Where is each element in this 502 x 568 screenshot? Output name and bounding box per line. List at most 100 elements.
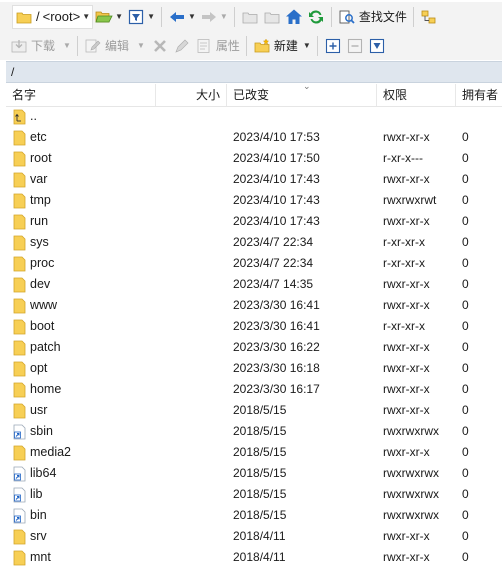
filter-icon bbox=[127, 8, 145, 26]
file-row[interactable]: var 2023/4/10 17:43 rwxr-xr-x 0 bbox=[6, 169, 502, 190]
file-owner: 0 bbox=[462, 319, 469, 333]
folder-icon bbox=[12, 297, 26, 315]
file-row[interactable]: etc 2023/4/10 17:53 rwxr-xr-x 0 bbox=[6, 127, 502, 148]
edit-label: 编辑 bbox=[104, 39, 129, 53]
delete-button[interactable] bbox=[149, 35, 171, 57]
file-rights: rwxr-xr-x bbox=[383, 361, 430, 375]
folder-icon bbox=[12, 129, 26, 147]
chevron-down-icon[interactable]: ▼ bbox=[115, 12, 123, 21]
file-name-cell: www bbox=[12, 295, 57, 316]
file-row[interactable]: patch 2023/3/30 16:22 rwxr-xr-x 0 bbox=[6, 337, 502, 358]
download-label: 下载 bbox=[31, 39, 56, 53]
properties-button[interactable]: 属性 bbox=[193, 35, 242, 57]
file-modified: 2023/3/30 16:18 bbox=[233, 361, 320, 375]
column-header-modified[interactable]: 已改变 bbox=[227, 84, 377, 106]
new-folder-icon bbox=[253, 37, 271, 55]
file-name-cell: root bbox=[12, 148, 52, 169]
file-name-cell: .. bbox=[12, 106, 37, 127]
tree-toggle-button[interactable] bbox=[418, 6, 440, 28]
toolbar-divider bbox=[160, 6, 162, 27]
column-header-rights[interactable]: 权限 bbox=[377, 84, 456, 106]
back-button[interactable]: ▼ bbox=[166, 6, 198, 28]
properties-icon bbox=[195, 37, 213, 55]
file-name: boot bbox=[30, 319, 55, 333]
select-files-button[interactable] bbox=[322, 35, 344, 57]
file-modified: 2023/3/30 16:41 bbox=[233, 298, 320, 312]
file-name: media2 bbox=[30, 445, 71, 459]
file-row[interactable]: home 2023/3/30 16:17 rwxr-xr-x 0 bbox=[6, 379, 502, 400]
file-owner: 0 bbox=[462, 214, 469, 228]
file-row[interactable]: sys 2023/4/7 22:34 r-xr-xr-x 0 bbox=[6, 232, 502, 253]
file-row[interactable]: media2 2018/5/15 rwxr-xr-x 0 bbox=[6, 442, 502, 463]
file-owner: 0 bbox=[462, 403, 469, 417]
column-header-name[interactable]: 名字 bbox=[6, 84, 156, 106]
file-owner: 0 bbox=[462, 256, 469, 270]
file-row[interactable]: root 2023/4/10 17:50 r-xr-x--- 0 bbox=[6, 148, 502, 169]
file-name-cell: etc bbox=[12, 127, 47, 148]
find-files-button[interactable]: 查找文件 bbox=[336, 6, 409, 28]
file-owner: 0 bbox=[462, 277, 469, 291]
file-name: etc bbox=[30, 130, 47, 144]
file-row[interactable]: run 2023/4/10 17:43 rwxr-xr-x 0 bbox=[6, 211, 502, 232]
file-owner: 0 bbox=[462, 487, 469, 501]
chevron-down-icon[interactable]: ▼ bbox=[137, 41, 145, 50]
file-name-cell: bin bbox=[12, 505, 47, 526]
chevron-down-icon[interactable]: ▼ bbox=[63, 41, 71, 50]
file-row[interactable]: www 2023/3/30 16:41 rwxr-xr-x 0 bbox=[6, 295, 502, 316]
chevron-down-icon[interactable]: ▼ bbox=[188, 12, 196, 21]
home-directory-button[interactable] bbox=[283, 6, 305, 28]
file-row[interactable]: srv 2018/4/11 rwxr-xr-x 0 bbox=[6, 526, 502, 547]
file-owner: 0 bbox=[462, 172, 469, 186]
edit-button[interactable]: 编辑 ▼ bbox=[82, 35, 147, 57]
rename-button[interactable] bbox=[171, 35, 193, 57]
new-label: 新建 bbox=[273, 39, 298, 53]
column-header-name-label: 名字 bbox=[12, 88, 37, 102]
chevron-down-icon[interactable]: ▼ bbox=[82, 12, 90, 21]
folder-icon bbox=[12, 234, 26, 252]
refresh-icon bbox=[307, 8, 325, 26]
file-name-cell: run bbox=[12, 211, 48, 232]
path-combo[interactable]: / <root> ▼ bbox=[12, 4, 94, 29]
root-folder-icon bbox=[263, 8, 281, 26]
file-name-cell: dev bbox=[12, 274, 50, 295]
folder-icon bbox=[12, 150, 26, 168]
new-button[interactable]: 新建 ▼ bbox=[251, 35, 313, 57]
chevron-down-icon[interactable]: ▼ bbox=[147, 12, 155, 21]
folder-icon bbox=[12, 171, 26, 189]
filter-select-button[interactable] bbox=[366, 35, 388, 57]
file-row[interactable]: dev 2023/4/7 14:35 rwxr-xr-x 0 bbox=[6, 274, 502, 295]
file-row[interactable]: bin 2018/5/15 rwxrwxrwx 0 bbox=[6, 505, 502, 526]
file-modified: 2023/4/10 17:53 bbox=[233, 130, 320, 144]
unselect-files-button[interactable] bbox=[344, 35, 366, 57]
file-rights: rwxr-xr-x bbox=[383, 445, 430, 459]
column-header-owner[interactable]: 拥有者 bbox=[456, 84, 502, 106]
file-row[interactable]: lib64 2018/5/15 rwxrwxrwx 0 bbox=[6, 463, 502, 484]
file-row[interactable]: opt 2023/3/30 16:18 rwxr-xr-x 0 bbox=[6, 358, 502, 379]
file-row[interactable]: boot 2023/3/30 16:41 r-xr-xr-x 0 bbox=[6, 316, 502, 337]
folder-icon bbox=[12, 318, 26, 336]
open-directory-button[interactable]: ▼ bbox=[93, 6, 125, 28]
refresh-button[interactable] bbox=[305, 6, 327, 28]
chevron-down-icon[interactable]: ▼ bbox=[303, 41, 311, 50]
column-header-size[interactable]: 大小 bbox=[156, 84, 227, 106]
file-row[interactable]: .. bbox=[6, 106, 502, 127]
file-rights: rwxr-xr-x bbox=[383, 340, 430, 354]
chevron-down-icon[interactable]: ▼ bbox=[220, 12, 228, 21]
download-button[interactable]: 下载 ▼ bbox=[8, 35, 73, 57]
folder-icon bbox=[12, 339, 26, 357]
file-row[interactable]: lib 2018/5/15 rwxrwxrwx 0 bbox=[6, 484, 502, 505]
file-rights: rwxrwxrwx bbox=[383, 466, 439, 480]
parent-directory-button[interactable] bbox=[239, 6, 261, 28]
filter-button[interactable]: ▼ bbox=[125, 6, 157, 28]
file-row[interactable]: sbin 2018/5/15 rwxrwxrwx 0 bbox=[6, 421, 502, 442]
folder-icon bbox=[12, 255, 26, 273]
file-row[interactable]: proc 2023/4/7 22:34 r-xr-xr-x 0 bbox=[6, 253, 502, 274]
file-owner: 0 bbox=[462, 151, 469, 165]
current-path-bar[interactable]: / bbox=[6, 61, 502, 83]
file-rights: rwxr-xr-x bbox=[383, 130, 430, 144]
file-row[interactable]: usr 2018/5/15 rwxr-xr-x 0 bbox=[6, 400, 502, 421]
file-row[interactable]: tmp 2023/4/10 17:43 rwxrwxrwt 0 bbox=[6, 190, 502, 211]
forward-button[interactable]: ▼ bbox=[198, 6, 230, 28]
root-directory-button[interactable] bbox=[261, 6, 283, 28]
file-name-cell: srv bbox=[12, 526, 47, 547]
